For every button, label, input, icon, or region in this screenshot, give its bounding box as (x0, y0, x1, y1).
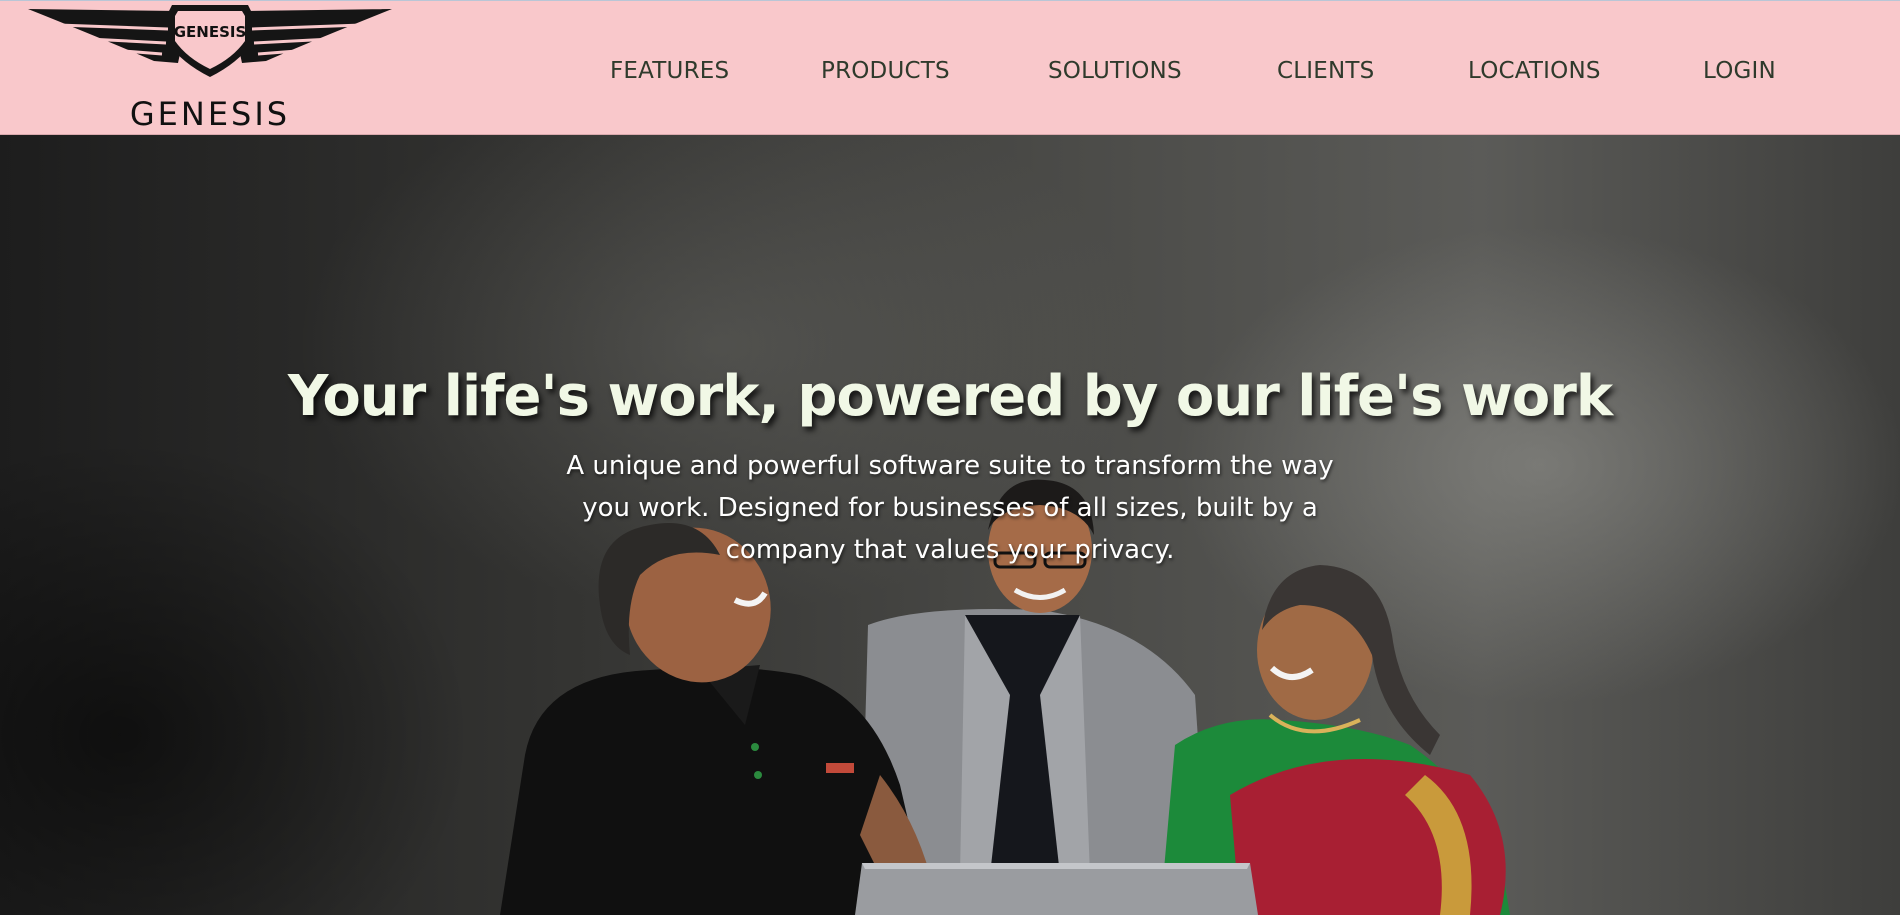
nav-login[interactable]: LOGIN (1703, 58, 1776, 92)
hero-subtitle: A unique and powerful software suite to … (566, 451, 1334, 565)
nav-solutions[interactable]: SOLUTIONS (1048, 58, 1182, 92)
nav-clients[interactable]: CLIENTS (1277, 58, 1374, 92)
emblem-text: GENESIS (174, 23, 247, 41)
hero-section: Your life's work, powered by our life's … (0, 135, 1900, 915)
genesis-logo[interactable]: GENESIS GENESIS (28, 3, 392, 133)
hero-title: Your life's work, powered by our life's … (287, 364, 1613, 429)
site-header: GENESIS GENESIS FEATURES PRODUCTS SOLUTI… (0, 0, 1900, 135)
winged-emblem-icon: GENESIS (28, 5, 392, 77)
logo-wordmark: GENESIS (129, 95, 291, 133)
nav-features[interactable]: FEATURES (610, 58, 729, 92)
nav-locations[interactable]: LOCATIONS (1468, 58, 1601, 92)
nav-products[interactable]: PRODUCTS (821, 58, 950, 92)
